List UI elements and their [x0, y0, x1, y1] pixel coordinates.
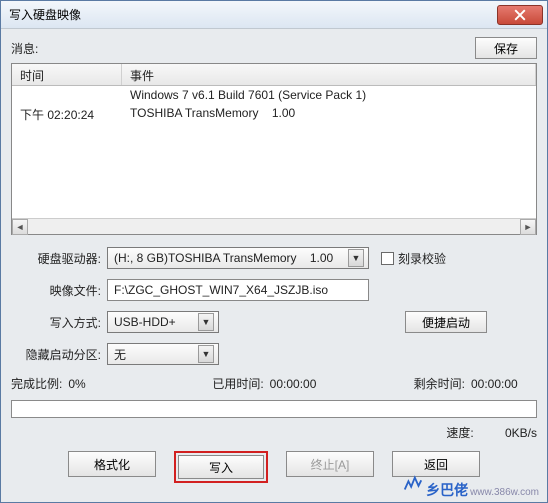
content-area: 消息: 保存 时间 事件 Windows 7 v6.1 Build 7601 (…	[1, 29, 547, 502]
quick-boot-button[interactable]: 便捷启动	[405, 311, 487, 333]
watermark-url: www.386w.com	[470, 487, 539, 498]
progress-bar	[11, 400, 537, 418]
hidden-partition-select[interactable]: 无 ▼	[107, 343, 219, 365]
image-label: 映像文件:	[11, 282, 107, 299]
write-button[interactable]: 写入	[178, 455, 264, 479]
log-cell-time	[12, 86, 122, 104]
log-row: Windows 7 v6.1 Build 7601 (Service Pack …	[12, 86, 536, 104]
progress-info-row: 完成比例: 0% 已用时间: 00:00:00 剩余时间: 00:00:00	[11, 375, 537, 392]
write-mode-select[interactable]: USB-HDD+ ▼	[107, 311, 219, 333]
message-label: 消息:	[11, 40, 475, 57]
log-col-time[interactable]: 时间	[12, 64, 122, 85]
write-button-highlight: 写入	[174, 451, 268, 483]
dialog-window: 写入硬盘映像 消息: 保存 时间 事件 Windows 7 v6.1 Build…	[0, 0, 548, 503]
close-button[interactable]	[497, 5, 543, 25]
scroll-left-arrow[interactable]: ◄	[12, 219, 28, 235]
save-button[interactable]: 保存	[475, 37, 537, 59]
remain-value: 00:00:00	[471, 377, 537, 391]
abort-button: 终止[A]	[286, 451, 374, 477]
log-header: 时间 事件	[12, 64, 536, 86]
write-mode-value: USB-HDD+	[114, 315, 194, 329]
format-button[interactable]: 格式化	[68, 451, 156, 477]
remain-label: 剩余时间:	[414, 375, 465, 392]
titlebar[interactable]: 写入硬盘映像	[1, 1, 547, 29]
drive-value: (H:, 8 GB)TOSHIBA TransMemory 1.00	[114, 251, 344, 265]
verify-checkbox[interactable]	[381, 252, 394, 265]
log-row: 下午 02:20:24 TOSHIBA TransMemory 1.00	[12, 104, 536, 125]
ratio-label: 完成比例:	[11, 375, 62, 392]
hidden-partition-label: 隐藏启动分区:	[11, 346, 107, 363]
hidden-partition-value: 无	[114, 346, 194, 363]
return-button[interactable]: 返回	[392, 451, 480, 477]
bottom-button-row: 格式化 写入 终止[A] 返回	[11, 451, 537, 483]
watermark-brand: 乡巴佬	[426, 480, 468, 500]
log-body[interactable]: Windows 7 v6.1 Build 7601 (Service Pack …	[12, 86, 536, 218]
drive-select[interactable]: (H:, 8 GB)TOSHIBA TransMemory 1.00 ▼	[107, 247, 369, 269]
log-cell-event: TOSHIBA TransMemory 1.00	[122, 104, 536, 125]
scroll-right-arrow[interactable]: ►	[520, 219, 536, 235]
write-mode-label: 写入方式:	[11, 314, 107, 331]
horizontal-scrollbar[interactable]: ◄ ►	[12, 218, 536, 234]
drive-label: 硬盘驱动器:	[11, 250, 107, 267]
log-panel: 时间 事件 Windows 7 v6.1 Build 7601 (Service…	[11, 63, 537, 235]
chevron-down-icon: ▼	[198, 345, 214, 363]
log-cell-event: Windows 7 v6.1 Build 7601 (Service Pack …	[122, 86, 536, 104]
scroll-track[interactable]	[28, 219, 520, 235]
ratio-value: 0%	[68, 377, 206, 391]
elapsed-label: 已用时间:	[212, 375, 263, 392]
log-cell-time: 下午 02:20:24	[12, 104, 122, 125]
close-icon	[514, 9, 526, 21]
image-path-input[interactable]: F:\ZGC_GHOST_WIN7_X64_JSZJB.iso	[107, 279, 369, 301]
chevron-down-icon: ▼	[198, 313, 214, 331]
log-col-event[interactable]: 事件	[122, 64, 536, 85]
elapsed-value: 00:00:00	[270, 377, 408, 391]
speed-value: 0KB/s	[477, 426, 537, 440]
chevron-down-icon: ▼	[348, 249, 364, 267]
window-title: 写入硬盘映像	[9, 6, 497, 23]
verify-checkbox-wrap[interactable]: 刻录校验	[381, 250, 446, 267]
verify-label: 刻录校验	[398, 250, 446, 267]
speed-label: 速度:	[446, 426, 473, 440]
image-path-value: F:\ZGC_GHOST_WIN7_X64_JSZJB.iso	[114, 283, 328, 297]
